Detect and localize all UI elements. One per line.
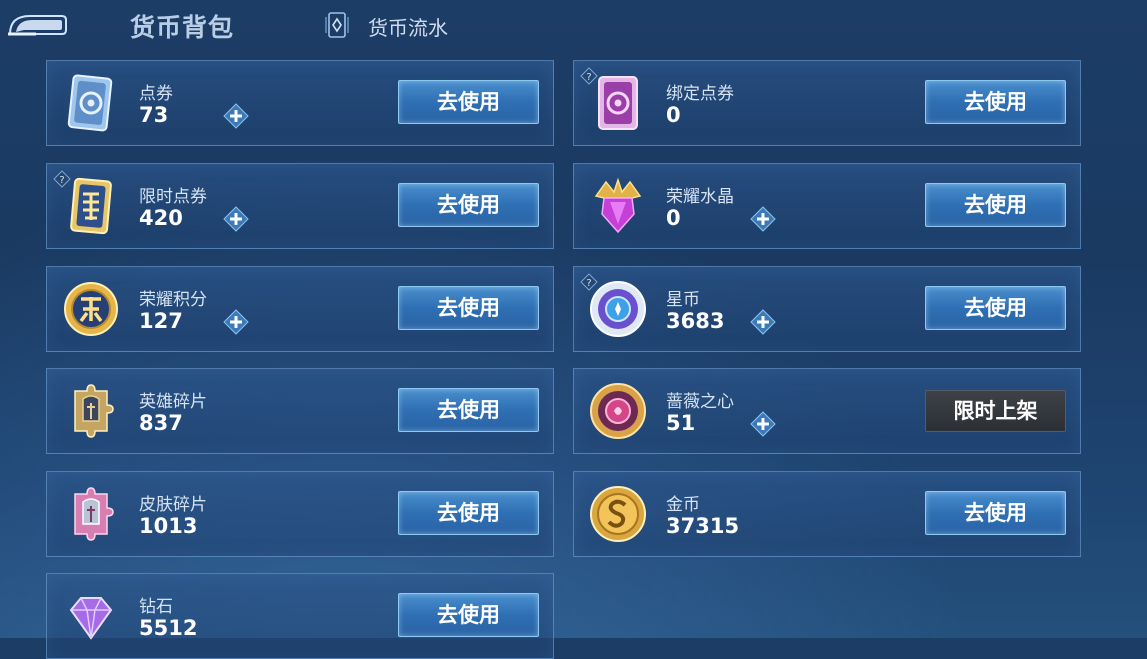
currency-card-glory-crystal: 荣耀水晶 0 去使用 <box>573 163 1081 249</box>
currency-name: 限时点券 <box>139 187 207 207</box>
currency-card-star-coin: ? 星币 3683 去使用 <box>573 266 1081 352</box>
use-glory-points-button[interactable]: 去使用 <box>398 286 539 330</box>
use-skin-fragment-button[interactable]: 去使用 <box>398 491 539 535</box>
star-coin-icon <box>588 279 648 339</box>
currency-amount: 3683 <box>666 309 725 333</box>
currency-card-glory-points: 荣耀积分 127 去使用 <box>46 266 554 352</box>
currency-card-rose-heart: 蔷薇之心 51 限时上架 <box>573 368 1081 454</box>
plus-icon <box>223 206 249 232</box>
back-button[interactable] <box>6 8 68 40</box>
limited-voucher-icon <box>61 176 121 236</box>
currency-card-diamond: 钻石 5512 去使用 <box>46 573 554 659</box>
currency-card-bound-voucher: ? 绑定点券 0 去使用 <box>573 60 1081 146</box>
currency-card-voucher: 点券 73 去使用 <box>46 60 554 146</box>
currency-card-hero-fragment: 英雄碎片 837 去使用 <box>46 368 554 454</box>
page-title: 货币背包 <box>130 13 235 42</box>
currency-name: 绑定点券 <box>666 84 734 104</box>
currency-name: 荣耀水晶 <box>666 187 734 207</box>
currency-amount: 1013 <box>139 514 198 538</box>
currency-flow-tab[interactable]: 货币流水 <box>368 12 448 41</box>
add-star-coin-button[interactable] <box>750 309 776 335</box>
currency-amount: 837 <box>139 411 183 435</box>
use-gold-coin-button[interactable]: 去使用 <box>925 491 1066 535</box>
currency-flow-icon[interactable] <box>322 10 352 40</box>
add-limited-voucher-button[interactable] <box>223 206 249 232</box>
rose-heart-icon <box>588 381 648 441</box>
currency-card-gold-coin: 金币 37315 去使用 <box>573 471 1081 557</box>
currency-name: 点券 <box>139 84 173 104</box>
diamond-icon <box>61 586 121 646</box>
plus-icon <box>223 309 249 335</box>
use-voucher-button[interactable]: 去使用 <box>398 80 539 124</box>
skin-fragment-icon <box>61 484 121 544</box>
glory-crystal-icon <box>588 176 648 236</box>
use-diamond-button[interactable]: 去使用 <box>398 593 539 637</box>
plus-icon <box>750 309 776 335</box>
use-star-coin-button[interactable]: 去使用 <box>925 286 1066 330</box>
use-bound-voucher-button[interactable]: 去使用 <box>925 80 1066 124</box>
use-hero-fragment-button[interactable]: 去使用 <box>398 388 539 432</box>
currency-name: 金币 <box>666 495 700 515</box>
currency-name: 蔷薇之心 <box>666 392 734 412</box>
gold-coin-icon <box>588 484 648 544</box>
use-glory-crystal-button[interactable]: 去使用 <box>925 183 1066 227</box>
currency-card-skin-fragment: 皮肤碎片 1013 去使用 <box>46 471 554 557</box>
currency-amount: 73 <box>139 103 169 127</box>
limited-listing-button[interactable]: 限时上架 <box>925 390 1066 432</box>
currency-name: 钻石 <box>139 597 173 617</box>
bound-voucher-card-icon <box>588 73 648 133</box>
add-voucher-button[interactable] <box>223 103 249 129</box>
add-glory-points-button[interactable] <box>223 309 249 335</box>
plus-icon <box>750 411 776 437</box>
use-limited-voucher-button[interactable]: 去使用 <box>398 183 539 227</box>
currency-name: 星币 <box>666 290 700 310</box>
currency-amount: 127 <box>139 309 183 333</box>
currency-amount: 5512 <box>139 616 198 640</box>
glory-points-icon <box>61 279 121 339</box>
plus-icon <box>750 206 776 232</box>
currency-amount: 0 <box>666 103 681 127</box>
currency-name: 荣耀积分 <box>139 290 207 310</box>
currency-amount: 37315 <box>666 514 740 538</box>
plus-icon <box>223 103 249 129</box>
voucher-card-icon <box>61 73 121 133</box>
currency-name: 皮肤碎片 <box>139 495 207 515</box>
currency-name: 英雄碎片 <box>139 392 207 412</box>
currency-card-limited-voucher: ? 限时点券 420 去使用 <box>46 163 554 249</box>
hero-fragment-icon <box>61 381 121 441</box>
add-glory-crystal-button[interactable] <box>750 206 776 232</box>
add-rose-heart-button[interactable] <box>750 411 776 437</box>
top-bar: 货币背包 货币流水 <box>0 0 1147 52</box>
currency-amount: 0 <box>666 206 681 230</box>
currency-amount: 420 <box>139 206 183 230</box>
currency-amount: 51 <box>666 411 696 435</box>
back-arrow-icon <box>8 15 67 36</box>
